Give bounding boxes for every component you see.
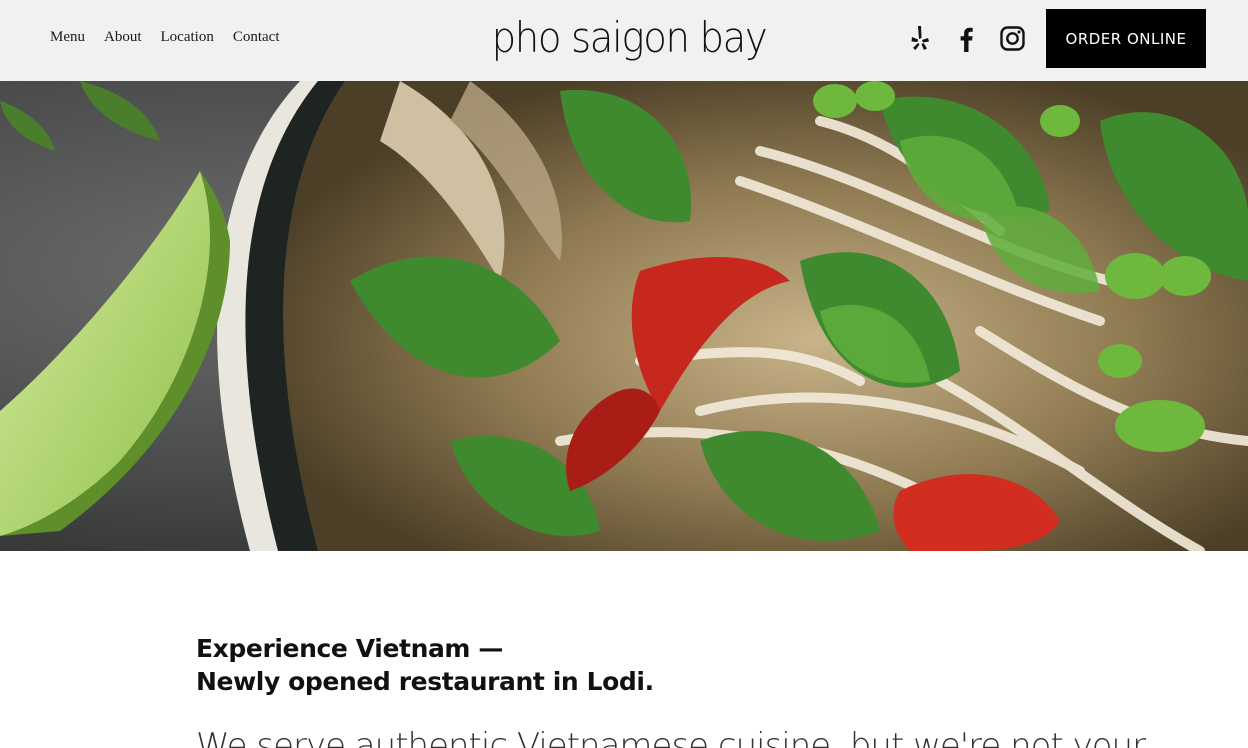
pho-bowl-photo [0, 81, 1248, 551]
logo-text: pho saigon bay [491, 13, 768, 62]
facebook-icon[interactable] [956, 26, 976, 52]
order-online-button[interactable]: ORDER ONLINE [1046, 9, 1206, 68]
intro-section: Experience Vietnam — Newly opened restau… [196, 632, 1096, 698]
site-header: Menu About Location Contact pho saigon b… [0, 0, 1248, 81]
site-logo[interactable]: pho saigon bay [50, 12, 1198, 64]
instagram-icon[interactable] [1000, 26, 1025, 51]
headline-line-2: Newly opened restaurant in Lodi. [196, 667, 654, 696]
headline-line-1: Experience Vietnam — [196, 634, 503, 663]
hero-image [0, 81, 1248, 551]
headline: Experience Vietnam — Newly opened restau… [196, 632, 1096, 698]
intro-text: We serve authentic Vietnamese cuisine, b… [196, 726, 1146, 748]
yelp-icon[interactable] [906, 24, 934, 54]
